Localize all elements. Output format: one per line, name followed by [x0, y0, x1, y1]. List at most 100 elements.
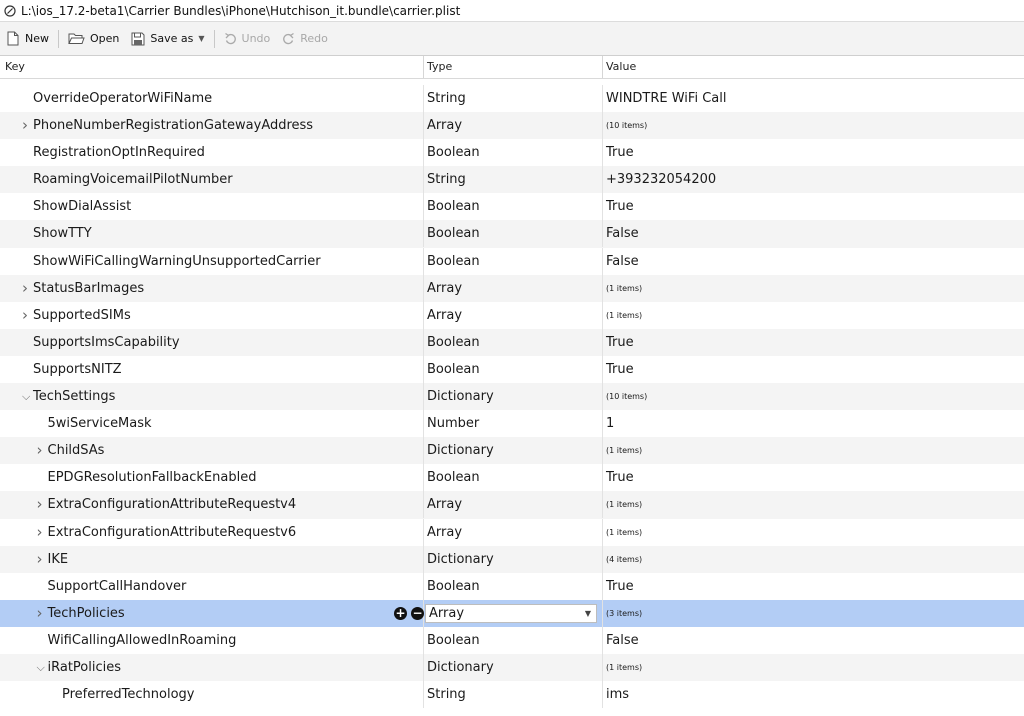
row-value[interactable]: True — [606, 464, 634, 491]
row-key[interactable]: EPDGResolutionFallbackEnabled — [48, 464, 257, 491]
undo-button[interactable]: Undo — [218, 27, 277, 51]
row-type[interactable]: Boolean — [427, 573, 480, 600]
table-row[interactable]: 5wiServiceMask Number 1 — [0, 410, 1024, 438]
chevron-down-icon[interactable]: ⌵ — [37, 654, 45, 681]
row-key[interactable]: ShowDialAssist — [33, 193, 131, 220]
table-row[interactable]: PreferredTechnology String ims — [0, 681, 1024, 709]
table-row[interactable]: SupportsImsCapability Boolean True — [0, 328, 1024, 356]
row-value[interactable]: (3 items) — [606, 600, 642, 627]
row-type[interactable]: Dictionary — [427, 383, 494, 410]
save-as-dropdown-icon[interactable]: ▼ — [198, 34, 204, 43]
table-row[interactable]: › ExtraConfigurationAttributeRequestv6 Arr… — [0, 518, 1024, 546]
row-key[interactable]: iRatPolicies — [48, 654, 122, 681]
row-value[interactable]: (4 items) — [606, 546, 642, 573]
row-key[interactable]: IKE — [48, 546, 69, 573]
row-type[interactable]: Array — [427, 302, 462, 329]
row-type[interactable]: Dictionary — [427, 546, 494, 573]
chevron-right-icon[interactable]: › — [37, 491, 43, 518]
row-value[interactable]: True — [606, 329, 634, 356]
row-type[interactable]: Boolean — [427, 356, 480, 383]
row-value[interactable]: WINDTRE WiFi Call — [606, 85, 726, 112]
row-type[interactable]: Boolean — [427, 248, 480, 275]
table-row[interactable]: EPDGResolutionFallbackEnabled Boolean True — [0, 464, 1024, 492]
row-key[interactable]: ExtraConfigurationAttributeRequestv6 — [48, 519, 297, 546]
table-row[interactable]: ⌵ iRatPolicies Dictionary (1 items) — [0, 653, 1024, 682]
row-type[interactable]: Boolean — [427, 464, 480, 491]
table-row[interactable]: › StatusBarImages Array (1 items) — [0, 274, 1024, 302]
row-key[interactable]: StatusBarImages — [33, 275, 144, 302]
row-type[interactable]: Array — [427, 275, 462, 302]
table-row[interactable]: › SupportedSIMs Array (1 items) — [0, 301, 1024, 329]
row-key[interactable]: ShowTTY — [33, 220, 92, 247]
row-type[interactable]: Array — [427, 491, 462, 518]
row-value[interactable]: (10 items) — [606, 112, 647, 139]
row-value[interactable]: False — [606, 220, 639, 247]
row-type[interactable]: Array — [427, 519, 462, 546]
column-divider[interactable] — [423, 56, 424, 78]
table-row[interactable]: WifiCallingAllowedInRoaming Boolean False — [0, 626, 1024, 654]
table-row[interactable]: › TechPolicies + − Array ▼ (3 items) — [0, 599, 1024, 627]
row-key[interactable]: SupportsImsCapability — [33, 329, 180, 356]
table-row[interactable]: ShowWiFiCallingWarningUnsupportedCarrier… — [0, 247, 1024, 275]
chevron-down-icon[interactable]: ⌵ — [22, 383, 30, 410]
new-button[interactable]: New — [0, 27, 55, 51]
open-button[interactable]: Open — [62, 27, 125, 51]
chevron-right-icon[interactable]: › — [37, 546, 43, 573]
row-key[interactable]: WifiCallingAllowedInRoaming — [48, 627, 237, 654]
row-key[interactable]: RoamingVoicemailPilotNumber — [33, 166, 233, 193]
row-type[interactable]: Boolean — [427, 329, 480, 356]
table-row[interactable]: RegistrationOptInRequired Boolean True — [0, 139, 1024, 167]
row-type[interactable]: String — [427, 681, 466, 708]
row-value[interactable]: True — [606, 573, 634, 600]
row-value[interactable]: (1 items) — [606, 302, 642, 329]
row-type[interactable]: Number — [427, 410, 479, 437]
row-value[interactable]: False — [606, 248, 639, 275]
table-row[interactable]: RoamingVoicemailPilotNumber String +393232… — [0, 166, 1024, 194]
row-type[interactable]: String — [427, 166, 466, 193]
row-key[interactable]: ExtraConfigurationAttributeRequestv4 — [48, 491, 297, 518]
column-header-key[interactable]: Key — [5, 56, 25, 78]
type-select[interactable]: Array ▼ — [425, 603, 597, 623]
chevron-right-icon[interactable]: › — [22, 275, 28, 302]
table-row[interactable]: SupportCallHandover Boolean True — [0, 572, 1024, 600]
column-header-type[interactable]: Type — [427, 56, 452, 78]
column-divider[interactable] — [602, 56, 603, 78]
table-row[interactable]: › ChildSAs Dictionary (1 items) — [0, 437, 1024, 465]
row-type[interactable]: Dictionary — [427, 654, 494, 681]
column-header-value[interactable]: Value — [606, 56, 636, 78]
row-type[interactable]: String — [427, 85, 466, 112]
chevron-down-icon[interactable]: ▼ — [585, 605, 591, 622]
row-key[interactable]: PreferredTechnology — [62, 681, 195, 708]
row-key[interactable]: ShowWiFiCallingWarningUnsupportedCarrier — [33, 248, 321, 275]
add-item-icon[interactable]: + — [394, 606, 407, 620]
row-type[interactable]: Boolean — [427, 627, 480, 654]
row-key[interactable]: 5wiServiceMask — [48, 410, 152, 437]
chevron-right-icon[interactable]: › — [37, 437, 43, 464]
table-row[interactable]: › ExtraConfigurationAttributeRequestv4 Arr… — [0, 491, 1024, 519]
row-value[interactable]: True — [606, 356, 634, 383]
row-key[interactable]: ChildSAs — [48, 437, 105, 464]
table-row[interactable]: OverrideOperatorWiFiName String WINDTRE Wi… — [0, 85, 1024, 112]
row-type[interactable]: Array — [427, 112, 462, 139]
save-as-button[interactable]: Save as ▼ — [125, 27, 210, 51]
row-value[interactable]: +393232054200 — [606, 166, 716, 193]
row-value[interactable]: True — [606, 139, 634, 166]
remove-item-icon[interactable]: − — [411, 606, 424, 620]
chevron-right-icon[interactable]: › — [37, 519, 43, 546]
row-value[interactable]: True — [606, 193, 634, 220]
table-row[interactable]: ShowDialAssist Boolean True — [0, 193, 1024, 221]
row-value[interactable]: ims — [606, 681, 629, 708]
row-type[interactable]: Boolean — [427, 193, 480, 220]
row-value[interactable]: (1 items) — [606, 491, 642, 518]
row-value[interactable]: (1 items) — [606, 275, 642, 302]
chevron-right-icon[interactable]: › — [22, 302, 28, 329]
row-value[interactable]: (10 items) — [606, 383, 647, 410]
row-key[interactable]: SupportCallHandover — [48, 573, 187, 600]
table-row[interactable]: ⌵ TechSettings Dictionary (10 items) — [0, 383, 1024, 411]
row-key[interactable]: SupportedSIMs — [33, 302, 131, 329]
chevron-right-icon[interactable]: › — [22, 112, 28, 139]
redo-button[interactable]: Redo — [276, 27, 334, 51]
row-value[interactable]: False — [606, 627, 639, 654]
row-key[interactable]: PhoneNumberRegistrationGatewayAddress — [33, 112, 313, 139]
row-value[interactable]: (1 items) — [606, 654, 642, 681]
